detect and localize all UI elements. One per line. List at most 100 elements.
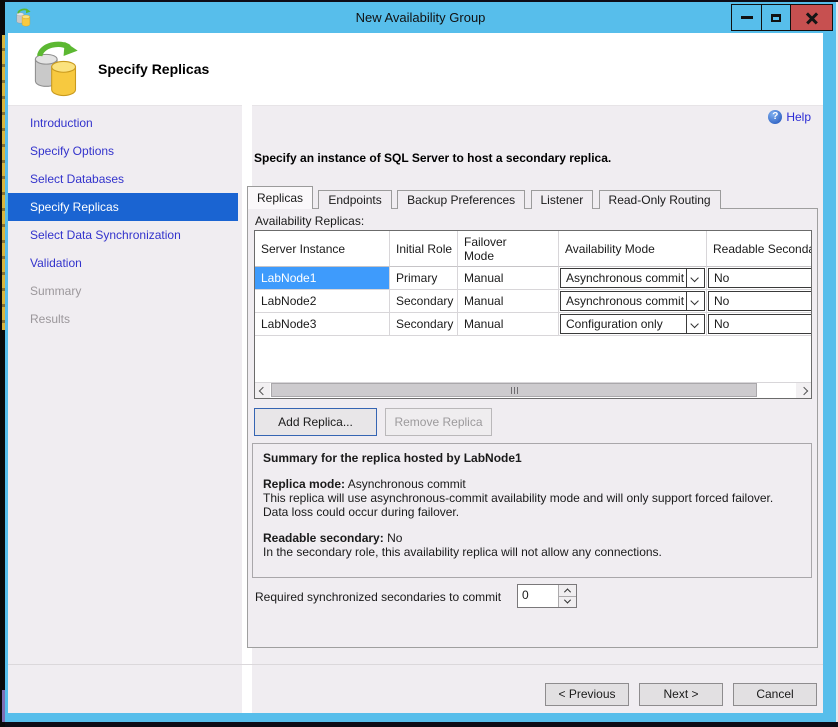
- titlebar[interactable]: New Availability Group: [5, 2, 836, 33]
- table-row[interactable]: LabNode2 Secondary Manual Asynchronous c…: [255, 290, 812, 313]
- combo-dropdown-button[interactable]: [686, 269, 704, 287]
- wizard-header: Specify Replicas: [8, 33, 823, 106]
- chevron-down-icon: [564, 597, 571, 604]
- grid-header-row: Server Instance Initial Role Failover Mo…: [255, 231, 812, 267]
- cell-initial-role[interactable]: Secondary: [390, 313, 458, 336]
- close-button[interactable]: [790, 5, 832, 30]
- database-replica-icon: [30, 39, 82, 99]
- sidebar-item-specify-replicas[interactable]: Specify Replicas: [8, 193, 238, 221]
- column-header-label: Server Instance: [261, 242, 345, 256]
- quorum-label: Required synchronized secondaries to com…: [255, 590, 501, 604]
- cell-readable-secondary: No: [707, 290, 812, 313]
- scroll-right-button[interactable]: [796, 383, 811, 398]
- cell-initial-role[interactable]: Primary: [390, 267, 458, 290]
- combo-dropdown-button[interactable]: [686, 292, 704, 310]
- dialog-window: New Availability Group Specify Replicas: [5, 2, 836, 722]
- replica-mode-label: Replica mode:: [263, 477, 345, 491]
- scrollbar-thumb[interactable]: [271, 383, 757, 397]
- tab-listener[interactable]: Listener: [531, 190, 594, 209]
- window-controls: [731, 4, 833, 31]
- column-header-failover-mode[interactable]: Failover Mode: [458, 231, 559, 267]
- quorum-stepper[interactable]: 0: [517, 584, 577, 608]
- tab-endpoints[interactable]: Endpoints: [318, 190, 391, 209]
- column-header-label: Availability Mode: [565, 242, 655, 256]
- minimize-button[interactable]: [732, 5, 761, 30]
- remove-replica-button: Remove Replica: [385, 408, 492, 436]
- sidebar-item-introduction[interactable]: Introduction: [8, 109, 238, 137]
- scroll-left-button[interactable]: [255, 383, 270, 398]
- maximize-button[interactable]: [761, 5, 790, 30]
- chevron-down-icon: [690, 274, 698, 282]
- column-header-server-instance[interactable]: Server Instance: [255, 231, 390, 267]
- cell-initial-role[interactable]: Secondary: [390, 290, 458, 313]
- stepper-up-button[interactable]: [559, 585, 576, 597]
- sidebar-item-select-data-synchronization[interactable]: Select Data Synchronization: [8, 221, 238, 249]
- column-header-readable-secondary[interactable]: Readable Secondary: [707, 231, 812, 267]
- column-header-label: Readable Secondary: [713, 242, 812, 256]
- screen: New Availability Group Specify Replicas: [0, 0, 838, 727]
- readable-secondary-select[interactable]: No: [708, 314, 812, 334]
- grip-icon: [511, 387, 512, 394]
- help-link[interactable]: ? Help: [768, 110, 811, 124]
- grip-icon: [514, 387, 515, 394]
- column-header-initial-role[interactable]: Initial Role: [390, 231, 458, 267]
- cell-failover-mode[interactable]: Manual: [458, 313, 559, 336]
- cell-server-instance[interactable]: LabNode3: [255, 313, 390, 336]
- availability-mode-select[interactable]: Asynchronous commit: [560, 268, 705, 288]
- availability-replicas-grid: Server Instance Initial Role Failover Mo…: [254, 230, 812, 399]
- grid-label: Availability Replicas:: [255, 214, 364, 228]
- cell-server-instance[interactable]: LabNode1: [255, 267, 390, 290]
- next-button[interactable]: Next >: [639, 683, 723, 706]
- combo-dropdown-button[interactable]: [686, 315, 704, 333]
- chevron-down-icon: [690, 297, 698, 305]
- readable-secondary-select[interactable]: No: [708, 291, 812, 311]
- cell-readable-secondary: No: [707, 313, 812, 336]
- column-header-label: Initial Role: [396, 242, 452, 256]
- availability-mode-select[interactable]: Asynchronous commit: [560, 291, 705, 311]
- sidebar-item-specify-options[interactable]: Specify Options: [8, 137, 238, 165]
- table-row[interactable]: LabNode1 Primary Manual Asynchronous com…: [255, 267, 812, 290]
- summary-replica-mode-line: Replica mode: Asynchronous commit: [263, 477, 801, 491]
- stepper-buttons: [558, 585, 576, 607]
- tab-backup-preferences[interactable]: Backup Preferences: [397, 190, 525, 209]
- cell-server-instance[interactable]: LabNode2: [255, 290, 390, 313]
- table-row[interactable]: LabNode3 Secondary Manual Configuration …: [255, 313, 812, 336]
- chevron-right-icon: [799, 386, 807, 394]
- close-icon: [806, 12, 818, 24]
- scrollbar-track[interactable]: [270, 383, 796, 398]
- combo-value: Configuration only: [561, 317, 686, 331]
- replica-mode-value: Asynchronous commit: [348, 477, 466, 491]
- minimize-icon: [741, 16, 753, 19]
- sidebar-item-select-databases[interactable]: Select Databases: [8, 165, 238, 193]
- stepper-down-button[interactable]: [559, 597, 576, 608]
- readable-secondary-select[interactable]: No: [708, 268, 812, 288]
- cell-failover-mode[interactable]: Manual: [458, 267, 559, 290]
- readable-secondary-value: No: [387, 531, 402, 545]
- combo-value: Asynchronous commit: [561, 271, 686, 285]
- quorum-value[interactable]: 0: [518, 585, 558, 607]
- tab-read-only-routing[interactable]: Read-Only Routing: [599, 190, 721, 209]
- sidebar-item-results: Results: [8, 305, 238, 333]
- combo-value: No: [709, 317, 729, 331]
- readable-secondary-description: In the secondary role, this availability…: [263, 545, 801, 559]
- cancel-button[interactable]: Cancel: [733, 683, 817, 706]
- cell-availability-mode: Configuration only: [559, 313, 707, 336]
- availability-mode-select[interactable]: Configuration only: [560, 314, 705, 334]
- chevron-down-icon: [690, 320, 698, 328]
- previous-button[interactable]: < Previous: [545, 683, 629, 706]
- column-header-availability-mode[interactable]: Availability Mode: [559, 231, 707, 267]
- wizard-steps-nav: Introduction Specify Options Select Data…: [8, 109, 238, 333]
- help-label: Help: [786, 110, 811, 124]
- sidebar-item-validation[interactable]: Validation: [8, 249, 238, 277]
- horizontal-scrollbar[interactable]: [255, 382, 811, 398]
- readable-secondary-label: Readable secondary:: [263, 531, 384, 545]
- column-header-label: Failover Mode: [464, 235, 522, 263]
- chevron-up-icon: [564, 588, 571, 595]
- cell-readable-secondary: No: [707, 267, 812, 290]
- replica-mode-description: This replica will use asynchronous-commi…: [263, 491, 801, 519]
- add-replica-button[interactable]: Add Replica...: [254, 408, 377, 436]
- combo-value: Asynchronous commit: [561, 294, 686, 308]
- cell-failover-mode[interactable]: Manual: [458, 290, 559, 313]
- tab-replicas[interactable]: Replicas: [247, 186, 313, 209]
- cell-availability-mode: Asynchronous commit: [559, 267, 707, 290]
